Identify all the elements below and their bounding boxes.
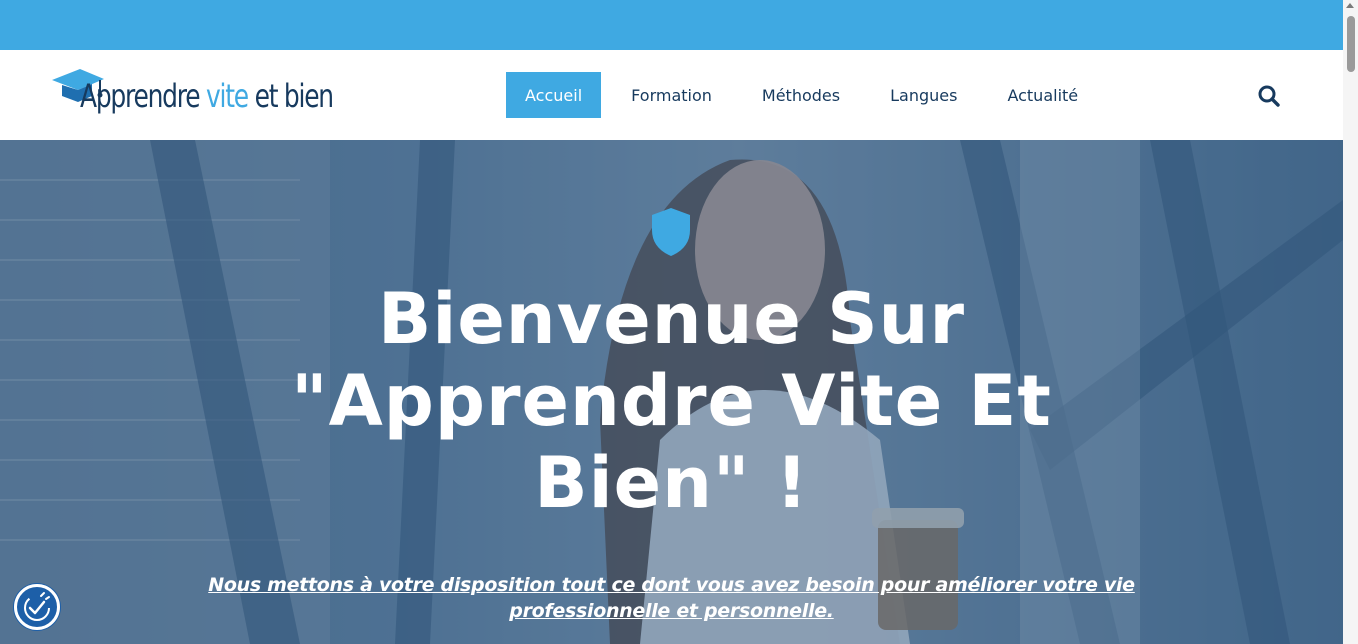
accessibility-icon [24,592,50,621]
shield-icon [652,208,690,256]
scroll-up-arrow-icon[interactable] [1346,3,1354,8]
scrollbar-thumb[interactable] [1347,16,1355,72]
top-bar [0,0,1343,50]
scrollbar[interactable] [1343,0,1358,644]
logo-word-apprendre: Apprendre [80,77,201,115]
page: Apprendre vite et bien Accueil Formation… [0,0,1358,644]
accessibility-button[interactable] [14,584,60,630]
nav-item-methodes[interactable]: Méthodes [742,72,860,118]
main-nav: Accueil Formation Méthodes Langues Actua… [506,72,1108,118]
nav-item-actualite[interactable]: Actualité [987,72,1098,118]
logo-word-et-bien: et bien [254,77,335,115]
nav-item-formation[interactable]: Formation [611,72,732,118]
search-button[interactable] [1256,83,1282,109]
nav-item-accueil[interactable]: Accueil [506,72,602,118]
logo-text: Apprendre vite et bien [80,76,335,116]
hero-subtitle: Nous mettons à votre disposition tout ce… [208,574,1135,622]
hero-title: Bienvenue Sur "Apprendre Vite Et Bien" ! [291,278,1052,524]
hero-section: Bienvenue Sur "Apprendre Vite Et Bien" !… [0,140,1343,644]
nav-item-langues[interactable]: Langues [870,72,977,118]
site-logo[interactable]: Apprendre vite et bien [50,64,350,124]
site-header: Apprendre vite et bien Accueil Formation… [0,50,1343,140]
search-icon [1258,85,1280,107]
logo-word-vite: vite [206,77,249,115]
